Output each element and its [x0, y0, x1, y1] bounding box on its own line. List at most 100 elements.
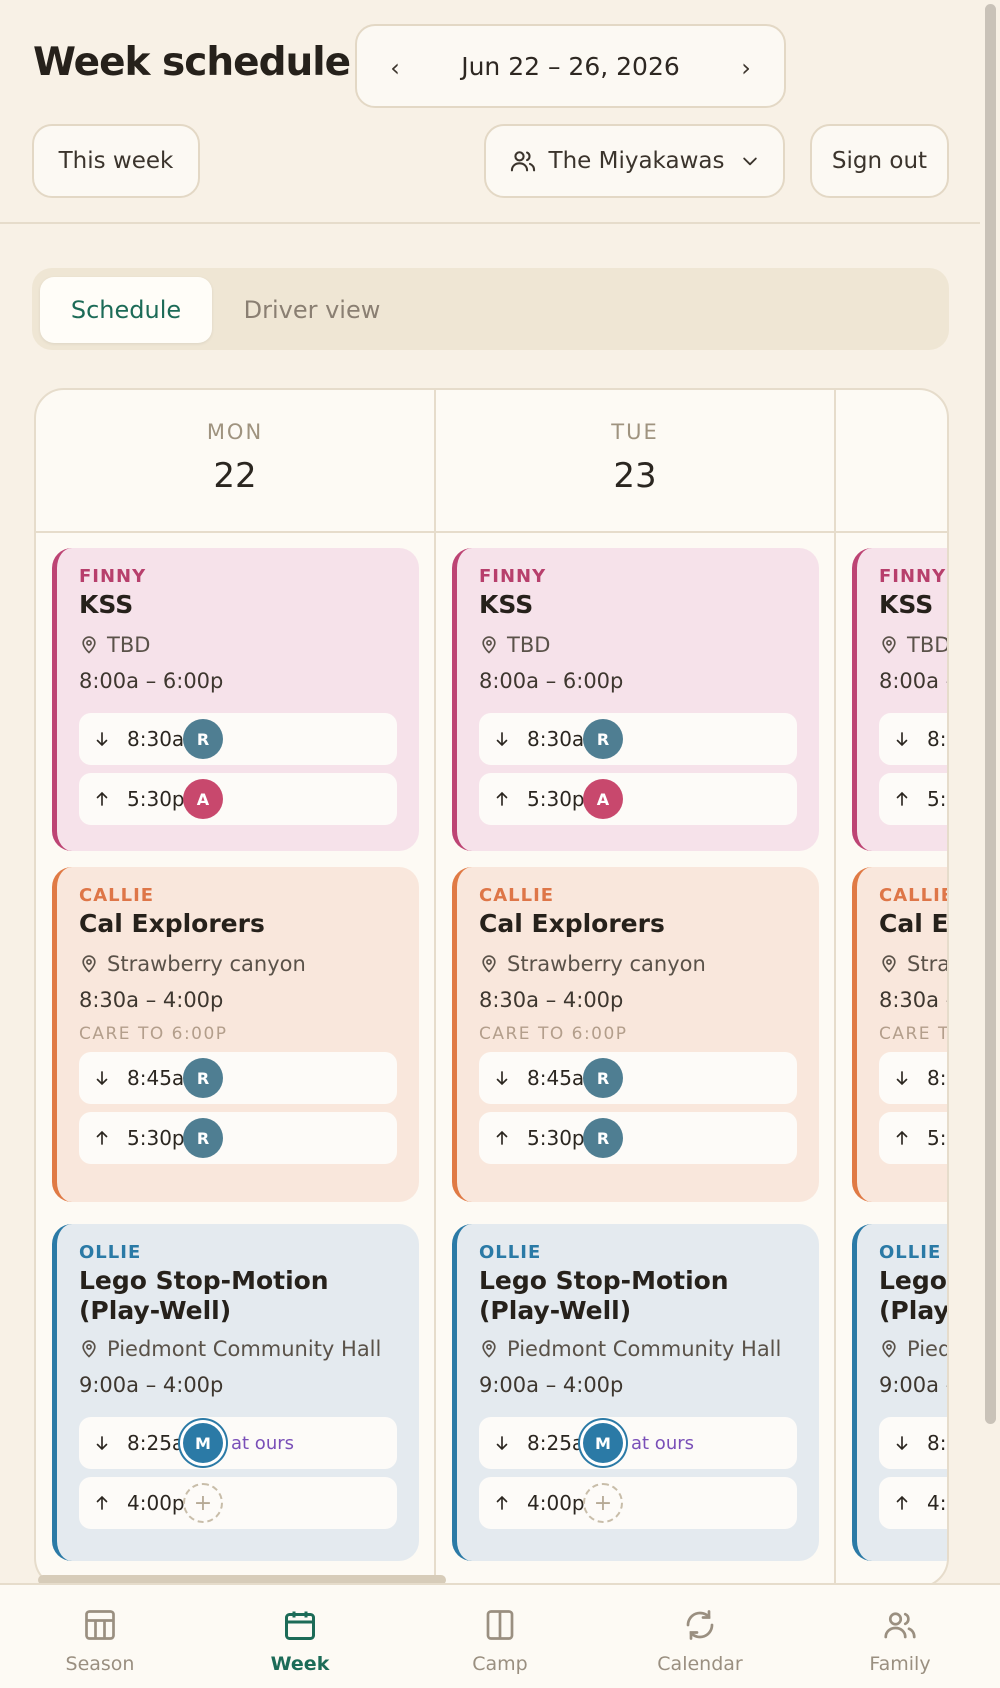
tab-driver-view[interactable]: Driver view [232, 277, 392, 343]
dropoff-row[interactable]: 8:25aMat ours [79, 1417, 397, 1469]
dropoff-time: 8:30a [927, 727, 947, 751]
pickup-row[interactable]: 4:00p+ [479, 1477, 797, 1529]
location-text: TBD [107, 633, 151, 657]
assign-driver-button[interactable]: + [183, 1483, 223, 1523]
prev-week-button[interactable]: ‹ [375, 48, 415, 88]
dropoff-time: 8:45a [927, 1066, 947, 1090]
nav-season[interactable]: Season [0, 1585, 200, 1688]
dropoff-time: 8:25a [127, 1431, 185, 1455]
location-pin-icon [82, 636, 96, 654]
event-card[interactable]: FINNY KSS TBD 8:00a – 6:00p 8:30aR 5:30pA [852, 548, 949, 851]
dropoff-row[interactable]: 8:30aR [479, 713, 797, 765]
event-title: Cal Explorers [79, 909, 265, 938]
bottom-nav: Season Week Camp Calendar Family [0, 1583, 1000, 1688]
nav-label: Family [869, 1653, 931, 1675]
dropoff-time: 8:25a [927, 1431, 947, 1455]
driver-avatar[interactable]: R [583, 1118, 623, 1158]
nav-family[interactable]: Family [800, 1585, 1000, 1688]
event-card[interactable]: CALLIE Cal Explorers Strawberry canyon 8:30… [852, 867, 947, 1202]
event-card[interactable]: FINNY KSS TBD 8:00a – 6:00p 8:30aR 5:30pA [52, 548, 419, 851]
location-pin-icon [482, 636, 496, 654]
event-title: Lego Stop-Motion (Play-Well) [79, 1266, 329, 1325]
driver-avatar[interactable]: M [183, 1423, 223, 1463]
dropoff-row[interactable]: 8:45aR [79, 1052, 397, 1104]
event-card[interactable]: CALLIE Cal Explorers Strawberry canyon 8:30… [452, 867, 819, 1202]
driver-avatar[interactable]: R [583, 1058, 623, 1098]
chevron-down-icon [743, 157, 758, 166]
dropoff-time: 8:45a [127, 1066, 185, 1090]
this-week-button[interactable]: This week [32, 124, 200, 198]
next-week-button[interactable]: › [726, 48, 766, 88]
tab-schedule[interactable]: Schedule [40, 277, 212, 343]
driver-avatar[interactable]: R [183, 719, 223, 759]
event-title: KSS [79, 590, 134, 619]
driver-avatar[interactable]: M [583, 1423, 623, 1463]
sign-out-button[interactable]: Sign out [810, 124, 949, 198]
pickup-row[interactable]: 5:30pA [479, 773, 797, 825]
location-pin-icon [82, 955, 96, 973]
child-name: OLLIE [879, 1242, 942, 1263]
nav-camp[interactable]: Camp [400, 1585, 600, 1688]
event-card[interactable]: OLLIE Lego Stop-Motion (Play-Well) Piedmon… [452, 1224, 819, 1561]
dropoff-row[interactable]: 8:45aR [879, 1052, 947, 1104]
location-text: TBD [907, 633, 949, 657]
nav-week[interactable]: Week [200, 1585, 400, 1688]
event-card[interactable]: FINNY KSS TBD 8:00a – 6:00p 8:30aR 5:30pA [452, 548, 819, 851]
arrow-up-icon [496, 791, 508, 806]
dropoff-row[interactable]: 8:25aMat ours [479, 1417, 797, 1469]
calendar-icon [285, 1611, 315, 1640]
pickup-row[interactable]: 5:30pA [879, 773, 947, 825]
dropoff-time: 8:25a [527, 1431, 585, 1455]
pickup-row[interactable]: 5:30pA [79, 773, 397, 825]
arrow-down-icon [96, 732, 108, 747]
driver-avatar[interactable]: R [183, 1118, 223, 1158]
pickup-row[interactable]: 5:30pR [879, 1112, 947, 1164]
pickup-row[interactable]: 4:00p+ [879, 1477, 947, 1529]
dropoff-row[interactable]: 8:45aR [479, 1052, 797, 1104]
event-time: 8:00a – 6:00p [879, 669, 947, 693]
week-navigator: ‹ Jun 22 – 26, 2026 › [355, 24, 786, 108]
pickup-time: 5:30p [927, 1126, 947, 1150]
pickup-row[interactable]: 5:30pR [79, 1112, 397, 1164]
event-location: TBD [479, 633, 550, 657]
day-header [836, 390, 947, 533]
arrow-down-icon [896, 1436, 908, 1451]
location-pin-icon [882, 955, 896, 973]
dropoff-row[interactable]: 8:30aR [79, 713, 397, 765]
driver-avatar[interactable]: A [583, 779, 623, 819]
day-of-week: MON [206, 420, 264, 444]
dropoff-time: 8:45a [527, 1066, 585, 1090]
pickup-time: 5:30p [127, 1126, 185, 1150]
event-card[interactable]: CALLIE Cal Explorers Strawberry canyon 8:30… [52, 867, 419, 1202]
day-header: TUE 23 [436, 390, 834, 533]
event-card[interactable]: OLLIE Lego Stop-Motion (Play-Well) Piedmon… [852, 1224, 949, 1561]
pickup-row[interactable]: 5:30pR [479, 1112, 797, 1164]
event-time: 8:30a – 4:00p [879, 988, 947, 1012]
page-scrollbar[interactable] [985, 4, 996, 1424]
child-name: FINNY [479, 566, 547, 587]
nav-label: Calendar [657, 1653, 743, 1675]
location-text: Piedmont Community Hall [907, 1337, 949, 1361]
dropoff-row[interactable]: 8:25aMat ours [879, 1417, 947, 1469]
location-text: Strawberry canyon [507, 952, 706, 976]
nav-label: Season [65, 1653, 135, 1675]
assign-driver-button[interactable]: + [583, 1483, 623, 1523]
arrow-down-icon [896, 1071, 908, 1086]
dropoff-row[interactable]: 8:30aR [879, 713, 947, 765]
week-range: Jun 22 – 26, 2026 [461, 52, 680, 81]
driver-avatar[interactable]: R [183, 1058, 223, 1098]
event-card[interactable]: OLLIE Lego Stop-Motion (Play-Well) Piedmon… [52, 1224, 419, 1561]
dropoff-time: 8:30a [527, 727, 585, 751]
driver-avatar[interactable]: R [583, 719, 623, 759]
day-number: 22 [213, 456, 257, 496]
driver-avatar[interactable]: A [183, 779, 223, 819]
family-dropdown[interactable]: The Miyakawas [484, 124, 785, 198]
header: Week schedule ‹ Jun 22 – 26, 2026 › This… [0, 0, 980, 224]
location-pin-icon [882, 636, 896, 654]
care-note: CARE TO 6:00P [79, 1024, 228, 1044]
child-name: FINNY [879, 566, 947, 587]
nav-calendar[interactable]: Calendar [600, 1585, 800, 1688]
pickup-row[interactable]: 4:00p+ [79, 1477, 397, 1529]
event-time: 8:30a – 4:00p [479, 988, 624, 1012]
care-note: CARE TO 6:00P [479, 1024, 628, 1044]
